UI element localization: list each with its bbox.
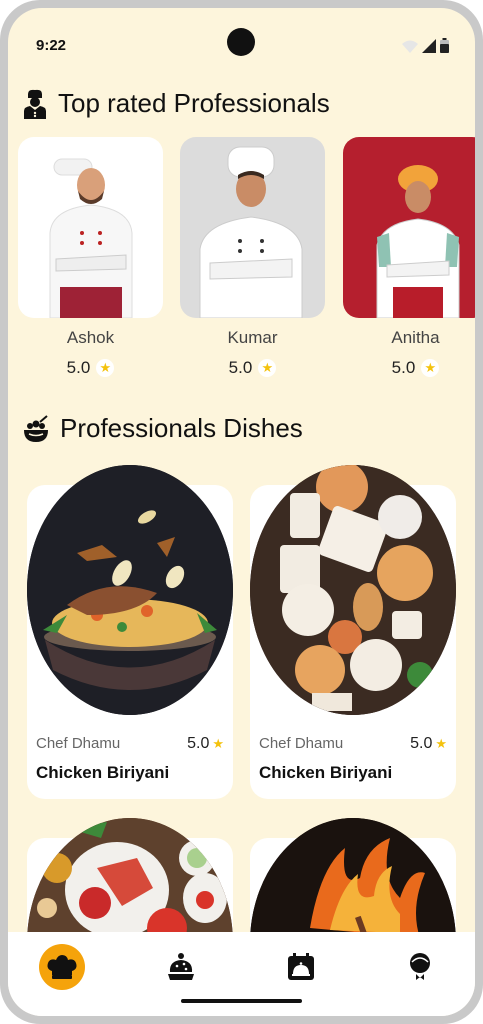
dish-image (250, 465, 456, 715)
chef-hat-icon (47, 955, 77, 979)
rating-value: 5.0 (410, 735, 433, 752)
rating-value: 5.0 (187, 735, 210, 752)
professional-name: Kumar (227, 328, 278, 347)
star-icon: ★ (435, 736, 447, 751)
cake-icon (168, 953, 194, 980)
status-icons (402, 38, 449, 53)
nav-home[interactable] (39, 944, 85, 990)
professional-photo (18, 137, 163, 318)
status-bar: 9:22 (8, 8, 475, 78)
rating-value: 5.0 (391, 358, 416, 377)
dish-chef-name: Chef Dhamu (36, 735, 121, 752)
section-title-top-rated: Top rated Professionals (58, 88, 330, 118)
nav-desserts[interactable] (158, 944, 204, 990)
professional-name: Ashok (66, 328, 115, 347)
professional-photo (180, 137, 325, 318)
app-screen: 9:22 Top rated Professionals Ashok 5.0 ★… (8, 8, 475, 1016)
rating-value: 5.0 (228, 358, 253, 377)
top-rated-header: Top rated Professionals (22, 88, 330, 119)
battery-icon (440, 38, 449, 53)
dish-rating: 5.0 ★ (187, 735, 224, 753)
dish-rating: 5.0 ★ (410, 735, 447, 753)
professionals-carousel[interactable]: Ashok 5.0 ★ Kumar 5.0 ★ Anitha 5.0 ★ (18, 137, 475, 387)
dish-card[interactable]: Chef Dhamu 5.0 ★ Chicken Biriyani (27, 465, 233, 799)
nav-bookings[interactable] (278, 944, 324, 990)
dishes-header: Professionals Dishes (22, 413, 303, 444)
chef-icon (24, 89, 46, 119)
camera-cutout (227, 28, 255, 56)
rating-value: 5.0 (66, 358, 91, 377)
dish-chef-name: Chef Dhamu (259, 735, 344, 752)
professional-rating: 5.0 ★ (343, 358, 475, 378)
dish-card[interactable]: Chef Dhamu 5.0 ★ Chicken Biriyani (250, 465, 456, 799)
professional-name: Anitha (391, 328, 440, 347)
professional-card[interactable]: Kumar 5.0 ★ (180, 137, 325, 378)
home-indicator[interactable] (181, 999, 302, 1003)
calendar-icon (288, 953, 314, 980)
professional-rating: 5.0 ★ (180, 358, 325, 378)
dish-name: Chicken Biriyani (36, 763, 170, 782)
professional-photo (343, 137, 475, 318)
professional-rating: 5.0 ★ (18, 358, 163, 378)
phone-frame: 9:22 Top rated Professionals Ashok 5.0 ★… (0, 0, 483, 1024)
star-icon: ★ (96, 359, 115, 377)
dish-name: Chicken Biriyani (259, 763, 393, 782)
food-bowl-icon (24, 414, 48, 442)
waiter-icon (410, 953, 430, 980)
professional-card[interactable]: Ashok 5.0 ★ (18, 137, 163, 378)
dish-image (27, 465, 233, 715)
signal-icon (422, 39, 436, 53)
bottom-nav (8, 932, 475, 1016)
professional-card[interactable]: Anitha 5.0 ★ (343, 137, 475, 378)
star-icon: ★ (258, 359, 277, 377)
section-title-dishes: Professionals Dishes (60, 413, 303, 443)
star-icon: ★ (212, 736, 224, 751)
wifi-icon (402, 40, 418, 53)
star-icon: ★ (421, 359, 440, 377)
status-time: 9:22 (36, 37, 67, 54)
nav-profile[interactable] (397, 944, 443, 990)
